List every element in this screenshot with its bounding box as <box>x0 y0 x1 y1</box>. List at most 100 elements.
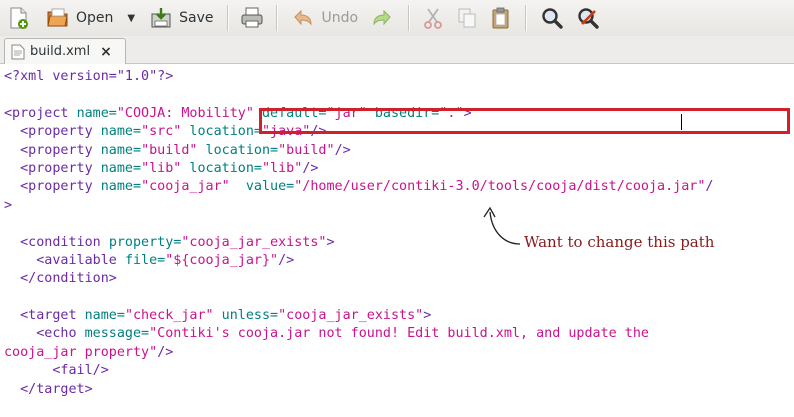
undo-label: Undo <box>321 10 359 26</box>
code-token: file= <box>124 252 166 268</box>
save-label: Save <box>179 10 214 26</box>
text-file-icon <box>11 44 25 60</box>
code-token: <target <box>4 308 85 324</box>
code-token: "cooja_jar_exists" <box>278 308 424 324</box>
code-line: </target> <box>4 381 713 399</box>
code-token: name= <box>100 124 142 140</box>
code-token: unless= <box>213 308 279 324</box>
code-token: "build" <box>141 142 198 158</box>
code-token: "build" <box>278 142 335 158</box>
code-line: <available file="${cooja_jar}"/> <box>4 252 713 270</box>
code-line: <property name="cooja_jar" value="/home/… <box>4 178 713 196</box>
print-button[interactable] <box>240 2 264 34</box>
code-token: "/home/user/contiki-3.0/tools/cooja/dist… <box>294 179 706 195</box>
curved-arrow-icon <box>483 206 521 245</box>
code-token: location= <box>197 142 279 158</box>
save-icon <box>149 6 173 30</box>
dropdown-arrow-icon: ▼ <box>127 12 136 24</box>
code-line: <property name="lib" location="lib"/> <box>4 160 713 178</box>
search-icon <box>540 6 564 30</box>
code-token: <project <box>4 105 77 121</box>
tab-label: build.xml <box>30 44 91 59</box>
code-token: /> <box>334 142 351 158</box>
code-token: "src" <box>141 124 182 140</box>
code-token: > <box>4 197 13 213</box>
code-token: value= <box>229 179 295 195</box>
new-document-icon <box>6 6 30 30</box>
code-token: "lib" <box>262 160 303 176</box>
text-cursor <box>681 114 682 130</box>
save-button[interactable]: Save <box>149 2 213 34</box>
code-line: <fail/> <box>4 362 713 380</box>
code-token: > <box>423 308 432 324</box>
redo-icon <box>370 6 394 30</box>
code-token: property= <box>108 234 182 250</box>
code-token: <property <box>4 142 101 158</box>
toolbar-separator <box>276 5 278 31</box>
printer-icon <box>240 6 264 30</box>
find-button[interactable] <box>540 2 564 34</box>
highlight-box <box>259 108 790 134</box>
folder-open-icon <box>46 6 70 30</box>
code-token: "lib" <box>141 160 182 176</box>
code-line: > <box>4 197 713 215</box>
code-token: <property <box>4 124 101 140</box>
open-button[interactable]: Open <box>46 2 113 34</box>
code-line: <echo message="Contiki's cooja.jar not f… <box>4 325 713 343</box>
code-token: <?xml version="1.0"?> <box>4 69 174 84</box>
code-token: /> <box>157 344 174 360</box>
code-token: <fail/> <box>4 363 109 379</box>
copy-icon <box>455 6 479 30</box>
code-token: / <box>705 179 714 195</box>
undo-icon <box>291 6 315 30</box>
cut-button[interactable] <box>421 2 445 34</box>
find-replace-button[interactable] <box>576 2 600 34</box>
code-token: name= <box>76 105 117 121</box>
copy-button[interactable] <box>455 2 479 34</box>
code-token: location= <box>181 124 262 140</box>
code-token: name= <box>100 179 142 195</box>
undo-button[interactable]: Undo <box>291 2 358 34</box>
code-token: "${cooja_jar}" <box>165 252 279 268</box>
scissors-icon <box>421 6 445 30</box>
find-replace-icon <box>576 6 600 30</box>
new-button[interactable] <box>6 2 30 34</box>
tab-bar: build.xml × <box>0 36 794 64</box>
code-token: <property <box>4 160 101 176</box>
tab-build-xml[interactable]: build.xml × <box>4 38 126 64</box>
code-token: "check_jar" <box>124 308 214 324</box>
toolbar-separator <box>227 5 229 31</box>
code-token: </target> <box>4 381 93 397</box>
code-token: <property <box>4 179 101 195</box>
code-token: cooja_jar property" <box>4 344 158 360</box>
toolbar-separator <box>525 5 527 31</box>
code-token: <available <box>4 252 125 268</box>
code-token: name= <box>100 160 142 176</box>
code-token: name= <box>100 142 142 158</box>
code-token: location= <box>181 160 262 176</box>
code-token: /> <box>302 160 319 176</box>
annotation-text: Want to change this path <box>524 233 715 251</box>
code-token: name= <box>84 308 125 324</box>
code-token: <echo <box>4 326 85 342</box>
open-label: Open <box>76 10 114 26</box>
redo-button[interactable] <box>370 2 394 34</box>
code-line: <?xml version="1.0"?> <box>4 68 713 86</box>
code-token: "Contiki's cooja.jar not found! Edit bui… <box>149 326 649 342</box>
toolbar: Open ▼ Save Undo <box>0 0 794 36</box>
code-token: message= <box>84 326 150 342</box>
code-token: > <box>326 234 335 250</box>
code-line: cooja_jar property"/> <box>4 344 713 362</box>
toolbar-separator <box>408 5 410 31</box>
code-token: <condition <box>4 234 109 250</box>
code-line: </condition> <box>4 270 713 288</box>
code-line: <property name="build" location="build"/… <box>4 142 713 160</box>
code-token: "COOJA: Mobility" <box>116 105 254 121</box>
paste-button[interactable] <box>489 2 513 34</box>
close-tab-icon[interactable]: × <box>100 44 112 60</box>
open-recent-dropdown[interactable]: ▼ <box>127 2 135 34</box>
code-token: "cooja_jar" <box>141 179 230 195</box>
